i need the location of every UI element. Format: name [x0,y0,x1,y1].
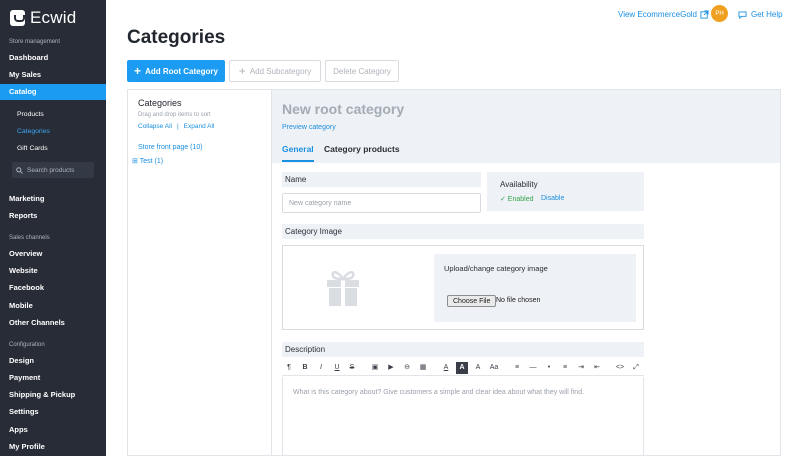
plus-icon: + [134,64,142,78]
section-sales-channels: Sales channels [9,235,50,241]
search-icon [16,166,23,174]
tree-item-test[interactable]: ⊞ Test (1) [132,157,163,165]
description-label: Description [282,342,644,357]
text-color-icon[interactable]: A [440,362,452,374]
search-products-input[interactable] [27,166,91,174]
availability-box: Availability ✓ Enabled Disable [487,172,644,211]
delete-category-button[interactable]: Delete Category [325,60,399,82]
sidebar-item-apps[interactable]: Apps [0,422,106,438]
avatar[interactable]: PH [711,5,728,22]
outdent-icon[interactable]: ⇤ [591,362,603,374]
view-store-label: View EcommerceGold [618,10,697,19]
add-root-category-button[interactable]: + Add Root Category [127,60,225,82]
collapse-all-link[interactable]: Collapse All [138,123,172,130]
indent-icon[interactable]: ⇥ [575,362,587,374]
paragraph-format-icon[interactable]: ¶ [283,362,295,374]
font-size-icon[interactable]: A [472,362,484,374]
horizontal-rule-icon[interactable]: — [527,362,539,374]
sidebar-item-settings[interactable]: Settings [0,404,106,420]
code-view-icon[interactable]: <> [614,362,626,374]
expand-icon[interactable]: ⊞ [132,158,138,165]
upload-title: Upload/change category image [444,264,548,273]
preview-category-link[interactable]: Preview category [282,124,336,131]
tree-hint: Drag and drop items to sort [138,112,211,118]
enabled-status: ✓ Enabled [500,196,534,203]
file-status: No file chosen [496,297,541,304]
rich-text-toolbar: ¶ B I U S ▣ ▶ ⊖ ▦ A A A Aa ≡ — • ≡ ⇥ ⇤ <… [282,361,644,376]
sidebar-sub-gift-cards[interactable]: Gift Cards [17,145,48,152]
unordered-list-icon[interactable]: • [543,362,555,374]
section-configuration: Configuration [9,342,45,348]
category-title: New root category [282,101,405,117]
fullscreen-icon[interactable]: ⤢ [630,362,642,374]
underline-icon[interactable]: U [331,362,343,374]
sidebar-sub-products[interactable]: Products [17,111,44,118]
external-link-icon [700,10,709,19]
view-store-link[interactable]: View EcommerceGold [618,10,709,19]
background-color-icon[interactable]: A [456,362,468,374]
upload-panel: Upload/change category image Choose File… [434,254,636,322]
video-icon[interactable]: ▶ [385,362,397,374]
tab-category-products[interactable]: Category products [324,144,400,162]
sidebar-item-dashboard[interactable]: Dashboard [0,50,106,66]
sidebar-item-my-sales[interactable]: My Sales [0,67,106,83]
sidebar-sub-categories[interactable]: Categories [17,128,50,135]
get-help-link[interactable]: Get Help [738,10,783,19]
sidebar-item-overview[interactable]: Overview [0,246,106,262]
sidebar-item-design[interactable]: Design [0,353,106,369]
bold-icon[interactable]: B [299,362,311,374]
gift-icon [327,271,359,306]
tree-item-test-label: Test (1) [139,158,164,165]
page-title: Categories [127,27,226,48]
chat-icon [738,10,747,19]
sidebar: Ecwid Store management Dashboard My Sale… [0,0,106,456]
image-icon[interactable]: ▣ [369,362,381,374]
plus-icon: + [238,64,246,78]
description-editor[interactable]: What is this category about? Give custom… [282,377,644,456]
logo-text: Ecwid [30,8,77,27]
sidebar-item-my-profile[interactable]: My Profile [0,439,106,455]
sidebar-item-other-channels[interactable]: Other Channels [0,315,106,331]
strikethrough-icon[interactable]: S [346,362,358,374]
font-family-icon[interactable]: Aa [488,362,500,374]
tab-general[interactable]: General [282,144,314,162]
sidebar-item-website[interactable]: Website [0,263,106,279]
sidebar-search[interactable] [12,162,94,178]
add-subcategory-button[interactable]: + Add Subcategory [229,60,321,82]
sidebar-item-payment[interactable]: Payment [0,370,106,386]
tree-title: Categories [138,98,182,108]
category-image-label: Category Image [282,224,644,239]
logo[interactable]: Ecwid [10,8,76,28]
sidebar-item-reports[interactable]: Reports [0,208,106,224]
table-icon[interactable]: ▦ [417,362,429,374]
sidebar-item-catalog[interactable]: Catalog [0,84,106,100]
italic-icon[interactable]: I [315,362,327,374]
sidebar-item-mobile[interactable]: Mobile [0,298,106,314]
name-label: Name [282,172,481,187]
category-image-box: Upload/change category image Choose File… [282,245,644,330]
sidebar-item-shipping[interactable]: Shipping & Pickup [0,387,106,403]
tree-links-separator: | [176,123,179,130]
section-store-management: Store management [9,39,61,45]
tree-item-store-front[interactable]: Store front page (10) [138,144,203,151]
sidebar-item-facebook[interactable]: Facebook [0,280,106,296]
cart-icon [10,10,25,26]
sidebar-item-marketing[interactable]: Marketing [0,191,106,207]
add-root-category-label: Add Root Category [145,66,218,76]
align-icon[interactable]: ≡ [511,362,523,374]
category-tree-panel: Categories Drag and drop items to sort C… [127,89,271,456]
availability-title: Availability [500,180,538,189]
expand-all-link[interactable]: Expand All [184,123,215,130]
get-help-label: Get Help [751,10,783,19]
link-icon[interactable]: ⊖ [401,362,413,374]
disable-link[interactable]: Disable [541,195,564,202]
category-editor: New root category Preview category Gener… [271,89,781,456]
description-placeholder: What is this category about? Give custom… [293,389,585,396]
add-subcategory-label: Add Subcategory [249,66,312,76]
choose-file-button[interactable]: Choose File [447,295,497,307]
ordered-list-icon[interactable]: ≡ [559,362,571,374]
tree-links: Collapse All | Expand All [138,123,214,130]
category-name-input[interactable] [282,193,481,213]
editor-header: New root category Preview category Gener… [272,90,780,163]
